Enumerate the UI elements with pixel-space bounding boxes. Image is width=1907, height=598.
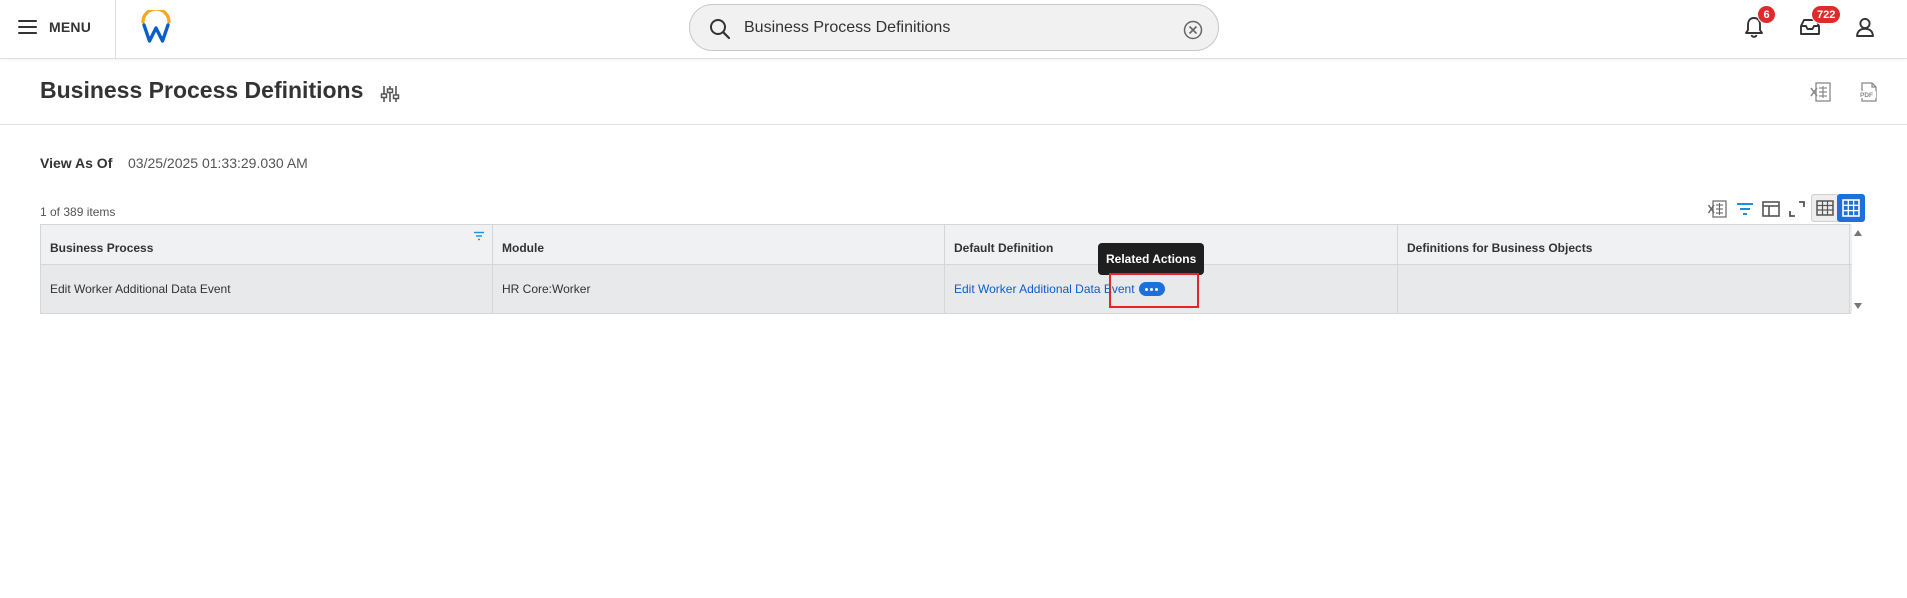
related-actions-icon-dot xyxy=(1150,287,1154,291)
view-as-of-label: View As Of xyxy=(40,155,113,171)
grid-view-icon xyxy=(1842,199,1860,217)
related-actions-icon xyxy=(1145,287,1149,291)
grid-view-toggle[interactable] xyxy=(1837,194,1865,222)
business-process-value: Edit Worker Additional Data Event xyxy=(50,282,231,296)
hamburger-icon xyxy=(18,20,37,34)
view-as-of-value: 03/25/2025 01:33:29.030 AM xyxy=(128,155,308,171)
column-header-label: Module xyxy=(502,241,544,255)
filter-icon[interactable] xyxy=(473,231,485,241)
menu-label: MENU xyxy=(49,19,92,35)
table-row: Edit Worker Additional Data Event HR Cor… xyxy=(41,265,1852,313)
global-search[interactable] xyxy=(689,4,1219,51)
menu-button[interactable]: MENU xyxy=(18,14,91,40)
item-count: 1 of 389 items xyxy=(40,205,116,219)
clear-icon[interactable] xyxy=(1183,20,1203,40)
column-header-business-process[interactable]: Business Process xyxy=(41,225,493,264)
search-icon xyxy=(710,19,731,40)
pdf-export-icon[interactable]: PDF xyxy=(1857,80,1881,104)
column-chooser-icon[interactable] xyxy=(1760,198,1782,220)
column-header-label: Definitions for Business Objects xyxy=(1407,241,1593,255)
search-input[interactable] xyxy=(744,13,1164,43)
inbox-button[interactable]: 722 xyxy=(1797,5,1842,40)
module-value: HR Core:Worker xyxy=(502,282,591,296)
page-header: Business Process Definitions PDF xyxy=(0,60,1907,125)
filter-icon[interactable] xyxy=(1734,198,1756,220)
excel-export-icon[interactable] xyxy=(1707,198,1729,220)
inbox-badge: 722 xyxy=(1811,5,1842,24)
scroll-up-icon[interactable] xyxy=(1851,227,1865,239)
cell-business-process: Edit Worker Additional Data Event xyxy=(41,265,493,313)
settings-icon[interactable] xyxy=(379,83,401,105)
table-view-icon xyxy=(1816,200,1834,216)
related-actions-tooltip: Related Actions xyxy=(1098,243,1205,275)
fullscreen-icon[interactable] xyxy=(1786,198,1808,220)
excel-export-icon[interactable] xyxy=(1809,80,1833,104)
notifications-badge: 6 xyxy=(1757,5,1776,24)
page-title: Business Process Definitions xyxy=(40,77,364,103)
business-process-table: Business Process Module Default Definiti… xyxy=(40,224,1852,314)
profile-icon[interactable] xyxy=(1852,14,1878,40)
notifications-button[interactable]: 6 xyxy=(1741,5,1776,40)
default-definition-link[interactable]: Edit Worker Additional Data Event xyxy=(954,282,1135,296)
column-header-label: Default Definition xyxy=(954,241,1054,255)
cell-definitions-for-business-objects xyxy=(1398,265,1850,313)
table-view-toggle[interactable] xyxy=(1811,194,1839,222)
header-divider xyxy=(115,0,116,59)
scroll-down-icon[interactable] xyxy=(1851,300,1865,312)
column-header-definitions-for-business-objects[interactable]: Definitions for Business Objects xyxy=(1398,225,1850,264)
cell-module: HR Core:Worker xyxy=(493,265,945,313)
svg-text:PDF: PDF xyxy=(1860,92,1873,99)
workday-logo[interactable] xyxy=(139,10,173,44)
table-header-row: Business Process Module Default Definiti… xyxy=(41,225,1852,265)
top-bar: MENU 6 722 xyxy=(0,0,1907,59)
column-header-label: Business Process xyxy=(50,241,154,255)
column-header-module[interactable]: Module xyxy=(493,225,945,264)
related-actions-icon-dot xyxy=(1155,287,1159,291)
related-actions-button[interactable] xyxy=(1138,282,1165,296)
